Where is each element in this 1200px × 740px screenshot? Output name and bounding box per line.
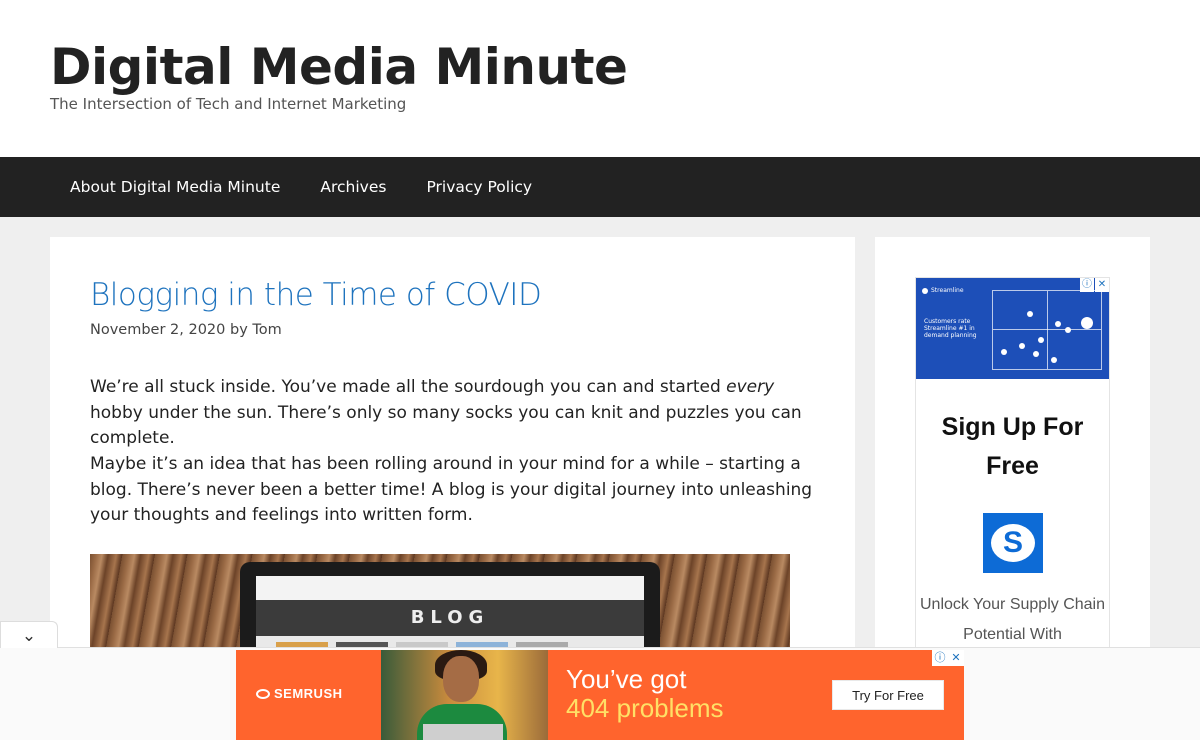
photo-laptop xyxy=(423,724,503,740)
chevron-down-icon: ⌄ xyxy=(21,626,37,645)
try-for-free-button[interactable]: Try For Free xyxy=(832,680,944,710)
main-content: Blogging in the Time of COVID November 2… xyxy=(50,237,855,657)
chart-dot xyxy=(1001,349,1007,355)
chart-dot xyxy=(1055,321,1061,327)
chart-dot xyxy=(1033,351,1039,357)
post-paragraph-1: We’re all stuck inside. You’ve made all … xyxy=(90,375,820,452)
semrush-brand: SEMRUSH xyxy=(274,686,343,701)
ad-info-icon[interactable]: ⓘ xyxy=(932,650,948,666)
ad-close-icon[interactable]: ✕ xyxy=(948,650,964,666)
chart-dot xyxy=(1038,337,1044,343)
photo-face xyxy=(443,656,479,702)
streamline-logo[interactable]: S xyxy=(983,513,1043,573)
screen-bar xyxy=(256,576,644,600)
quadrant-chart-graphic xyxy=(992,290,1102,370)
chart-dot xyxy=(1065,327,1071,333)
post-title[interactable]: Blogging in the Time of COVID xyxy=(90,277,542,313)
ad-info-icon[interactable]: ⓘ xyxy=(1080,278,1094,292)
emphasis-text: every xyxy=(726,377,775,397)
ad-small-text: Customers rate Streamline #1 in demand p… xyxy=(924,318,977,339)
nav-item-privacy-policy[interactable]: Privacy Policy xyxy=(406,178,552,196)
streamline-brand: Streamline xyxy=(922,287,964,294)
chart-dot xyxy=(1027,311,1033,317)
semrush-logo: SEMRUSH xyxy=(256,686,343,701)
paragraph-text: hobby under the sun. There’s only so man… xyxy=(90,402,802,449)
chart-dot xyxy=(1081,317,1093,329)
ad-headline-line2: 404 problems xyxy=(566,693,724,723)
grid-line xyxy=(1047,291,1048,369)
site-title[interactable]: Digital Media Minute xyxy=(50,38,628,96)
main-navigation: About Digital Media Minute Archives Priv… xyxy=(0,157,1200,217)
blog-banner: BLOG xyxy=(256,600,644,636)
semrush-ad[interactable]: SEMRUSH You’ve got 404 problems Try For … xyxy=(236,650,964,740)
paragraph-text: We’re all stuck inside. You’ve made all … xyxy=(90,377,727,397)
sidebar: Streamline Customers rate Streamline #1 … xyxy=(875,237,1150,657)
site-header: Digital Media Minute The Intersection of… xyxy=(0,0,1200,157)
nav-item-about[interactable]: About Digital Media Minute xyxy=(50,178,300,196)
post-featured-image: BLOG xyxy=(90,554,790,657)
sidebar-ad[interactable]: Streamline Customers rate Streamline #1 … xyxy=(915,277,1110,657)
ad-headline-line1: You’ve got xyxy=(566,664,687,694)
streamline-ad-banner[interactable]: Streamline Customers rate Streamline #1 … xyxy=(916,278,1109,379)
nav-item-archives[interactable]: Archives xyxy=(300,178,406,196)
semrush-mark-icon xyxy=(256,689,270,699)
chart-dot xyxy=(1051,357,1057,363)
ad-body-text[interactable]: Unlock Your Supply Chain Potential With xyxy=(916,590,1109,650)
post-paragraph-2: Maybe it’s an idea that has been rolling… xyxy=(90,454,813,525)
laptop-screen: BLOG xyxy=(256,576,644,657)
post-meta: November 2, 2020 by Tom xyxy=(90,322,282,338)
ad-headline[interactable]: Sign Up For Free xyxy=(916,408,1109,486)
laptop-illustration: BLOG xyxy=(240,562,660,657)
ad-close-icon[interactable]: ✕ xyxy=(1095,278,1109,292)
logo-letter: S xyxy=(991,524,1035,562)
site-tagline: The Intersection of Tech and Internet Ma… xyxy=(50,95,407,113)
ad-photo xyxy=(381,650,548,740)
chart-dot xyxy=(1019,343,1025,349)
collapse-ad-button[interactable]: ⌄ xyxy=(0,621,58,648)
